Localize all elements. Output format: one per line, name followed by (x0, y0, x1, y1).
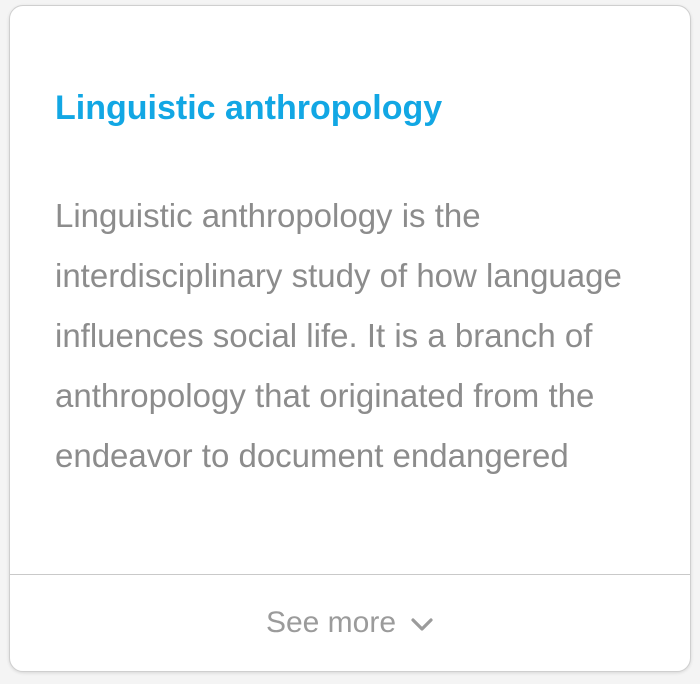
see-more-label: See more (265, 606, 397, 639)
article-title: Linguistic anthropology (55, 89, 443, 127)
chevron-down-icon-stroke (411, 618, 433, 631)
article-body-text: Linguistic anthropology is the interdisc… (55, 197, 622, 474)
article-excerpt: Linguistic anthropology is the interdisc… (55, 186, 655, 546)
chevron-down-icon (411, 618, 433, 631)
article-card: Linguistic anthropology Linguistic anthr… (9, 5, 691, 672)
see-more-button[interactable]: See more (10, 575, 690, 671)
excerpt-fade-overlay (55, 486, 655, 546)
